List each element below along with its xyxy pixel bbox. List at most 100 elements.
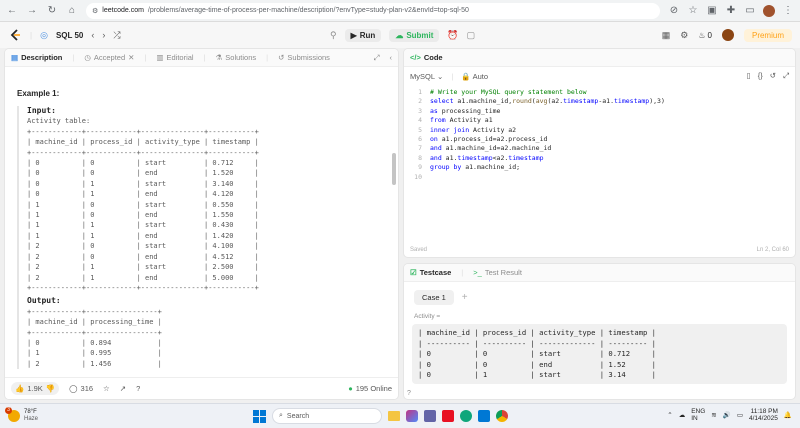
share-icon[interactable]: ↗ [120,384,126,393]
testcase-input[interactable]: | machine_id | process_id | activity_typ… [412,324,787,384]
extension-icon[interactable]: ▣ [706,5,718,17]
comments-count: 316 [80,384,94,393]
code-panel: </> Code MySQL ⌄ | 🔒 Auto ▯ {} ↺ ⤢ 1 # Write… [403,48,796,258]
photos-icon[interactable] [442,410,454,422]
like-button[interactable]: 👍 1.9K 👎 [11,382,60,395]
cloud-upload-icon: ☁ [395,30,404,40]
profile-avatar[interactable] [763,4,775,17]
notes-icon[interactable]: ▢ [467,30,476,41]
online-count: 195 Online [355,384,392,393]
battery-icon[interactable]: ▭ [737,411,743,419]
tab-description[interactable]: ▤ Description [11,53,62,62]
copilot-icon[interactable] [406,410,418,422]
streak-counter[interactable]: ♨ 0 [698,31,712,40]
case-1-button[interactable]: Case 1 [414,290,454,305]
tab-testcase[interactable]: ☑ Testcase [410,268,451,277]
clock[interactable]: 11:18 PM 4/14/2025 [749,408,778,422]
teams-icon[interactable] [424,410,436,422]
left-tabs: ▤ Description | ◷ Accepted ✕ | ▥ Editorial |… [5,49,398,67]
tray-overflow-icon[interactable]: ⌃ [667,411,672,419]
favorite-icon[interactable]: ☆ [103,384,110,393]
code-line[interactable]: 9 group by a1.machine_id; [404,163,795,172]
code-token: a1.machine_id; [465,163,521,172]
comments-button[interactable]: ◯ 316 [69,384,93,393]
forward-icon[interactable]: → [26,5,38,17]
address-bar[interactable]: ⚙ leetcode.com/problems/average-time-of-… [86,2,660,19]
auto-mode[interactable]: 🔒 Auto [461,72,488,81]
weather-widget[interactable]: 3 78°F Haze [5,407,38,423]
help-icon[interactable]: ? [136,384,140,393]
file-explorer-icon[interactable] [388,411,400,421]
edge-icon[interactable] [460,410,472,422]
code-line[interactable]: 6 on a1.process_id=a2.process_id [404,135,795,144]
tab-accepted[interactable]: ◷ Accepted ✕ [84,53,134,62]
thumbs-down-icon[interactable]: 👎 [46,384,55,393]
tab-solutions[interactable]: ⚗ Solutions [216,53,257,62]
windows-start-icon[interactable] [253,409,266,423]
timer-icon[interactable]: ⏰ [447,30,458,41]
premium-button[interactable]: Premium [743,28,792,42]
help-circle-icon[interactable]: ? [407,390,411,397]
taskbar-search[interactable]: ⌕ Search [272,408,382,424]
code-editor[interactable]: 1 # Write your MySQL query statement belo… [404,85,795,235]
submit-button[interactable]: ☁ Submit [389,28,440,42]
auto-label: Auto [472,71,489,81]
notification-bell-icon[interactable]: 🔔 [784,411,792,419]
code-line[interactable]: 1 # Write your MySQL query statement belo… [404,88,795,97]
outlook-icon[interactable] [478,410,490,422]
code-line[interactable]: 5 inner join Activity a2 [404,126,795,135]
settings-icon[interactable]: ⚙ [680,30,688,41]
site-info-icon[interactable]: ⚙ [92,7,98,15]
line-number: 1 [418,88,422,96]
study-plan-icon[interactable]: ◎ [40,30,48,41]
expand-icon[interactable]: ⤢ [374,53,380,63]
cloud-icon[interactable]: ☁ [679,411,686,419]
language-indicator[interactable]: ENG IN [691,408,705,422]
language-select[interactable]: MySQL ⌄ [410,72,443,81]
lang-code: ENG [691,408,706,415]
line-number: 2 [418,97,422,106]
search-icon: ⌕ [279,412,283,419]
home-icon[interactable]: ⌂ [66,5,78,17]
layout-icon[interactable]: ▦ [662,30,671,41]
star-icon[interactable]: ☆ [687,5,699,17]
add-case-icon[interactable]: + [462,292,468,303]
code-line[interactable]: 7 and a1.machine_id=a2.machine_id [404,144,795,153]
extensions-puzzle-icon[interactable]: ✚ [725,5,737,17]
fullscreen-icon[interactable]: ⤢ [783,71,789,81]
tab-search-icon[interactable]: ▭ [744,5,756,17]
browser-menu-icon[interactable]: ⋮ [782,5,794,17]
next-problem-icon[interactable]: › [102,30,105,40]
code-line[interactable]: 8 and a1.timestamp<a2.timestamp [404,154,795,163]
code-line[interactable]: 10 [404,173,795,182]
close-tab-icon[interactable]: ✕ [128,53,134,62]
user-avatar[interactable] [721,29,734,41]
prev-problem-icon[interactable]: ‹ [91,30,94,40]
eye-off-icon[interactable]: ⊘ [668,5,680,17]
reset-icon[interactable]: ↺ [770,71,776,81]
bookmark-icon[interactable]: ▯ [747,71,751,81]
wifi-icon[interactable]: ≋ [711,411,716,419]
code-line[interactable]: 4 from Activity a1 [404,116,795,125]
code-line[interactable]: 3 as processing_time [404,107,795,116]
collapse-panel-icon[interactable]: ‹ [390,53,393,62]
tab-submissions[interactable]: ↺ Submissions [278,53,330,62]
line-number: 10 [414,172,422,181]
leetcode-logo-icon[interactable] [8,28,22,42]
back-icon[interactable]: ← [6,5,18,17]
run-button[interactable]: ▶ Run [344,28,382,42]
code-token: on [430,135,442,144]
code-line[interactable]: 2 select a1.machine_id,round(avg(a2.times… [404,97,795,106]
tab-code[interactable]: </> Code [410,53,443,62]
study-plan-title[interactable]: SQL 50 [56,31,83,40]
reload-icon[interactable]: ↻ [46,5,58,17]
tab-editorial[interactable]: ▥ Editorial [156,53,193,62]
tab-test-result[interactable]: >_ Test Result [473,268,522,277]
shuffle-icon[interactable]: ⤮ [113,30,120,41]
format-icon[interactable]: {} [758,71,763,81]
tab-submissions-label: Submissions [287,53,330,62]
debug-icon[interactable]: ⚲ [330,30,337,41]
chrome-icon[interactable] [496,410,508,422]
volume-icon[interactable]: 🔊 [723,411,731,419]
scrollbar[interactable] [392,153,396,185]
